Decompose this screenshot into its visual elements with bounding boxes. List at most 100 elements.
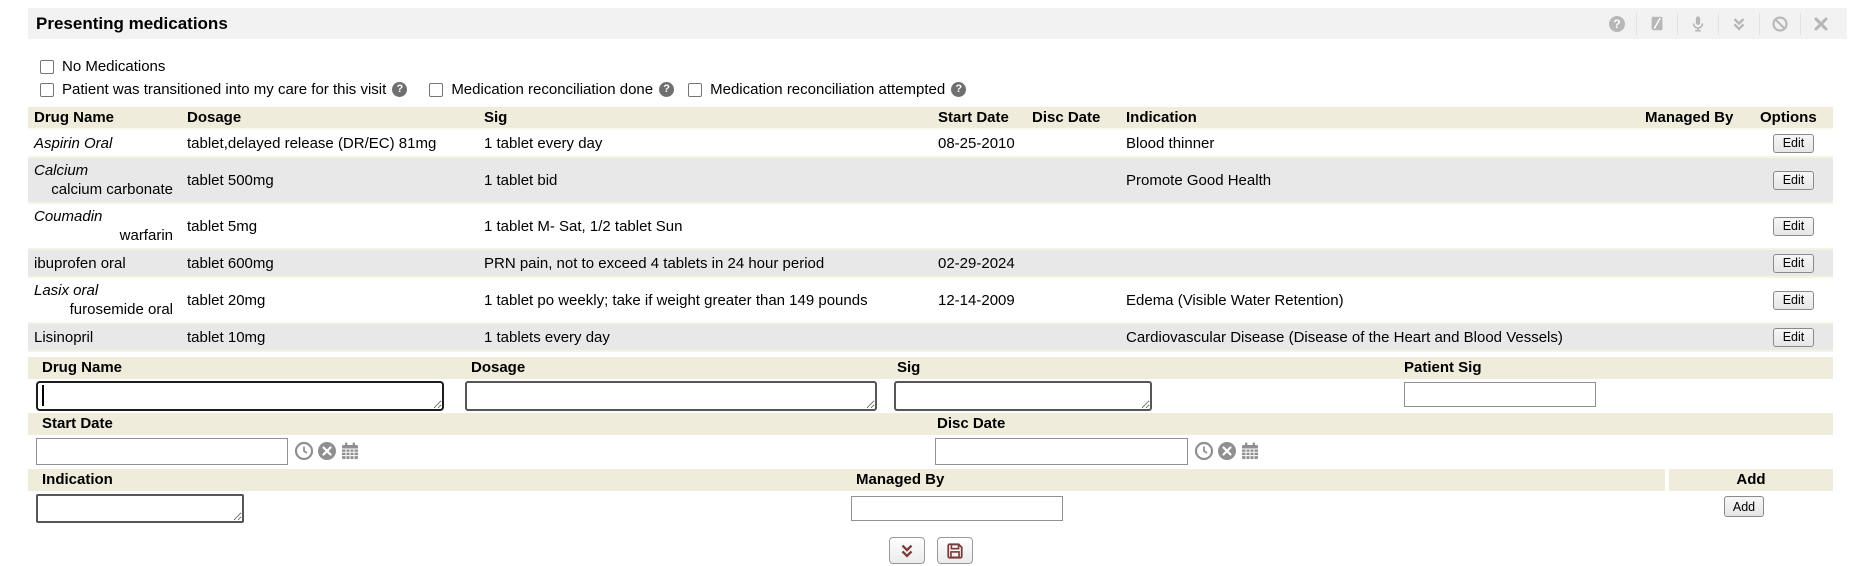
transitioned-group: Patient was transitioned into my care fo… (40, 81, 407, 98)
edit-button[interactable]: Edit (1773, 254, 1815, 273)
book-icon[interactable] (1636, 13, 1677, 35)
table-row: Coumadinwarfarin tablet 5mg 1 tablet M- … (28, 203, 1833, 249)
start-date-cell: 12-14-2009 (932, 277, 1026, 323)
disc-date-cell (1026, 249, 1120, 277)
start-date-cell (932, 157, 1026, 203)
add-button[interactable]: Add (1724, 496, 1764, 517)
edit-button[interactable]: Edit (1773, 217, 1815, 236)
drug-name-cell: Lisinopril (28, 323, 181, 351)
medications-table: Drug Name Dosage Sig Start Date Disc Dat… (28, 107, 1833, 352)
col-header-managed-by: Managed By (1639, 107, 1754, 129)
transitioned-help-icon[interactable]: ? (392, 82, 407, 97)
disc-date-cell (1026, 157, 1120, 203)
managed-by-cell (1639, 129, 1754, 157)
table-row: Lasix oralfurosemide oral tablet 20mg 1 … (28, 277, 1833, 323)
form-inputs-row-2 (28, 435, 1833, 469)
table-row: Aspirin Oral tablet,delayed release (DR/… (28, 129, 1833, 157)
sig-cell: 1 tablet po weekly; take if weight great… (478, 277, 932, 323)
patient-sig-input[interactable] (1404, 382, 1596, 407)
collapse-icon[interactable] (889, 537, 925, 564)
add-column-header: Add (1669, 469, 1833, 491)
form-labels-row-3: Add Indication Managed By (28, 469, 1833, 491)
table-row: Lisinopril tablet 10mg 1 tablets every d… (28, 323, 1833, 351)
sig-cell: 1 tablet M- Sat, 1/2 tablet Sun (478, 203, 932, 249)
transitioned-checkbox[interactable] (40, 83, 54, 97)
indication-input[interactable] (36, 494, 244, 523)
dosage-input[interactable] (465, 381, 877, 411)
col-header-dosage: Dosage (181, 107, 478, 129)
sig-cell: 1 tablet every day (478, 129, 932, 157)
table-row: ibuprofen oral tablet 600mg PRN pain, no… (28, 249, 1833, 277)
managed-by-input[interactable] (851, 496, 1063, 521)
form-labels-row-3-main (28, 469, 1665, 491)
clear-icon[interactable] (317, 441, 337, 461)
reconciliation-attempted-checkbox[interactable] (688, 83, 702, 97)
microphone-icon[interactable] (1677, 13, 1718, 35)
indication-cell (1120, 203, 1639, 249)
reconciliation-done-group: Medication reconciliation done ? (429, 81, 674, 98)
drug-name-cell: Lasix oralfurosemide oral (28, 277, 181, 323)
managed-by-cell (1639, 249, 1754, 277)
drug-name-cell: Coumadinwarfarin (28, 203, 181, 249)
sig-input[interactable] (894, 381, 1152, 411)
managed-by-form-label: Managed By (856, 471, 944, 488)
form-inputs-row-1 (28, 379, 1833, 413)
clock-icon[interactable] (294, 441, 314, 461)
edit-button[interactable]: Edit (1773, 328, 1815, 347)
transitioned-label: Patient was transitioned into my care fo… (62, 81, 386, 98)
form-inputs-row-3: Add (28, 491, 1833, 527)
form-labels-row-1: Drug Name Dosage Sig Patient Sig (28, 357, 1833, 379)
disc-date-cell (1026, 323, 1120, 351)
clock-icon[interactable] (1194, 441, 1214, 461)
form-labels-row-2: Start Date Disc Date (28, 413, 1833, 435)
presenting-medications-panel: Presenting medications ? No Medications (0, 0, 1854, 564)
help-icon[interactable]: ? (1598, 13, 1636, 35)
panel-titlebar: Presenting medications ? (28, 8, 1847, 39)
reconciliation-done-checkbox[interactable] (429, 83, 443, 97)
start-date-form-label: Start Date (42, 415, 113, 432)
disable-icon[interactable] (1759, 13, 1800, 35)
indication-cell (1120, 249, 1639, 277)
drug-name-form-label: Drug Name (42, 359, 122, 376)
managed-by-cell (1639, 323, 1754, 351)
managed-by-cell (1639, 203, 1754, 249)
dosage-cell: tablet,delayed release (DR/EC) 81mg (181, 129, 478, 157)
managed-by-cell (1639, 157, 1754, 203)
close-icon[interactable] (1800, 13, 1841, 35)
patient-sig-form-label: Patient Sig (1404, 359, 1482, 376)
no-medications-checkbox[interactable] (40, 60, 54, 74)
drug-name-cell: Calciumcalcium carbonate (28, 157, 181, 203)
col-header-indication: Indication (1120, 107, 1639, 129)
start-date-input[interactable] (36, 438, 288, 465)
indication-cell: Cardiovascular Disease (Disease of the H… (1120, 323, 1639, 351)
disc-date-cell (1026, 129, 1120, 157)
sig-cell: PRN pain, not to exceed 4 tablets in 24 … (478, 249, 932, 277)
reconciliation-row: Patient was transitioned into my care fo… (40, 80, 1833, 99)
col-header-drug-name: Drug Name (28, 107, 181, 129)
no-medications-label: No Medications (62, 58, 165, 75)
reconciliation-attempted-group: Medication reconciliation attempted ? (688, 81, 966, 98)
calendar-icon[interactable] (340, 441, 360, 461)
indication-form-label: Indication (42, 471, 113, 488)
calendar-icon[interactable] (1240, 441, 1260, 461)
reconciliation-done-label: Medication reconciliation done (451, 81, 653, 98)
save-icon[interactable] (937, 537, 973, 564)
sig-cell: 1 tablet bid (478, 157, 932, 203)
reconciliation-done-help-icon[interactable]: ? (659, 82, 674, 97)
drug-name-cell: ibuprofen oral (28, 249, 181, 277)
edit-button[interactable]: Edit (1773, 171, 1815, 190)
col-header-options: Options (1754, 107, 1833, 129)
reconciliation-attempted-help-icon[interactable]: ? (951, 82, 966, 97)
edit-button[interactable]: Edit (1773, 134, 1815, 153)
clear-icon[interactable] (1217, 441, 1237, 461)
start-date-cell (932, 323, 1026, 351)
edit-button[interactable]: Edit (1773, 291, 1815, 310)
dosage-cell: tablet 600mg (181, 249, 478, 277)
panel-toolbar: ? (1598, 8, 1841, 39)
table-row: Calciumcalcium carbonate tablet 500mg 1 … (28, 157, 1833, 203)
disc-date-input[interactable] (935, 438, 1188, 465)
dosage-form-label: Dosage (471, 359, 525, 376)
drug-name-input[interactable] (36, 381, 444, 411)
dosage-cell: tablet 20mg (181, 277, 478, 323)
collapse-icon[interactable] (1718, 13, 1759, 35)
